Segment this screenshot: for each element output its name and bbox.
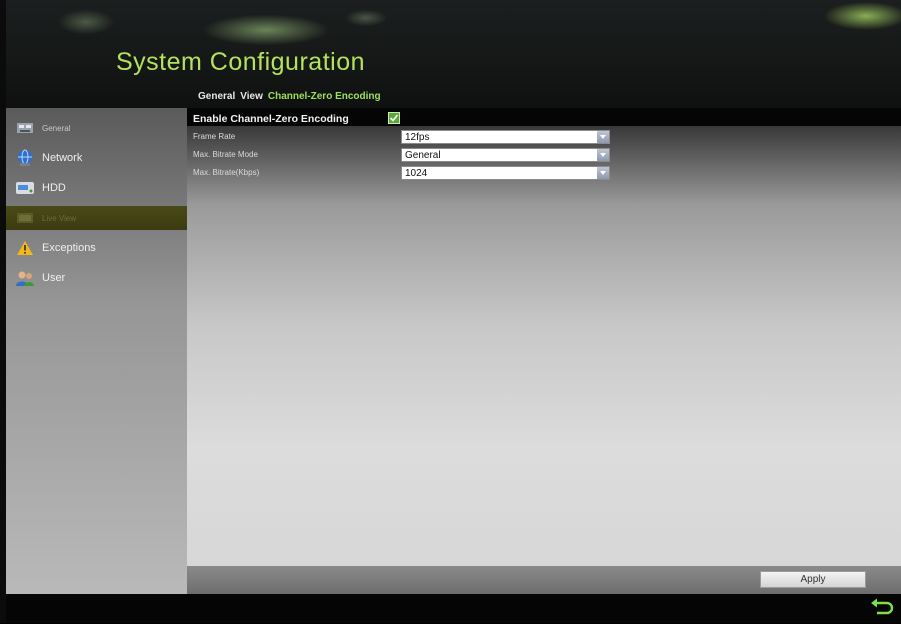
bitrate-value: 1024: [405, 168, 428, 179]
header-banner: System Configuration General View Channe…: [6, 0, 901, 108]
bitrate-mode-value: General: [405, 150, 441, 161]
bitrate-select[interactable]: 1024: [401, 166, 610, 180]
chevron-down-icon: [597, 131, 609, 143]
frame-rate-value: 12fps: [405, 132, 430, 143]
sidebar-item-label: HDD: [42, 182, 66, 194]
action-bar: Apply: [187, 566, 901, 594]
chevron-down-icon: [597, 149, 609, 161]
sidebar-item-hdd[interactable]: HDD: [6, 174, 187, 202]
tab-bar: General View Channel-Zero Encoding: [198, 91, 381, 107]
dvr-screen: System Configuration General View Channe…: [0, 0, 901, 623]
sidebar-item-general[interactable]: General: [6, 114, 187, 142]
bitrate-mode-select[interactable]: General: [401, 148, 610, 162]
network-icon: [14, 147, 36, 169]
enable-row: Enable Channel-Zero Encoding: [187, 108, 901, 126]
user-icon: [14, 267, 36, 289]
footer-bar: [6, 594, 901, 623]
tab-channel-zero-encoding[interactable]: Channel-Zero Encoding: [268, 91, 381, 107]
tab-view[interactable]: View: [240, 91, 263, 107]
frame-rate-select[interactable]: 12fps: [401, 130, 610, 144]
hdd-icon: [14, 177, 36, 199]
bitrate-label: Max. Bitrate(Kbps): [193, 168, 260, 177]
sidebar-item-label: User: [42, 272, 66, 284]
warning-icon: [14, 237, 36, 259]
apply-button[interactable]: Apply: [760, 571, 866, 588]
sidebar-item-label: General: [42, 123, 71, 133]
sidebar-item-label: Live View: [42, 213, 77, 223]
enable-channel-zero-checkbox[interactable]: [388, 112, 400, 124]
bitrate-mode-label: Max. Bitrate Mode: [193, 150, 258, 159]
page-title: System Configuration: [116, 48, 366, 76]
settings-panel: Enable Channel-Zero Encoding Frame Rate …: [187, 108, 901, 594]
general-icon: [14, 117, 36, 139]
sidebar-item-user[interactable]: User: [6, 264, 187, 292]
sidebar: General Network HDD Live View Exceptions…: [6, 108, 187, 594]
sidebar-item-label: Network: [42, 152, 83, 164]
frame-rate-label: Frame Rate: [193, 132, 236, 141]
chevron-down-icon: [597, 167, 609, 179]
sidebar-item-network[interactable]: Network: [6, 144, 187, 172]
sidebar-item-live-view[interactable]: Live View: [6, 206, 187, 230]
check-icon: [389, 114, 399, 122]
live-view-icon: [14, 207, 36, 229]
sidebar-item-label: Exceptions: [42, 242, 96, 254]
sidebar-item-exceptions[interactable]: Exceptions: [6, 234, 187, 262]
enable-channel-zero-label: Enable Channel-Zero Encoding: [193, 113, 349, 125]
tab-general[interactable]: General: [198, 91, 235, 107]
back-icon[interactable]: [869, 597, 895, 619]
